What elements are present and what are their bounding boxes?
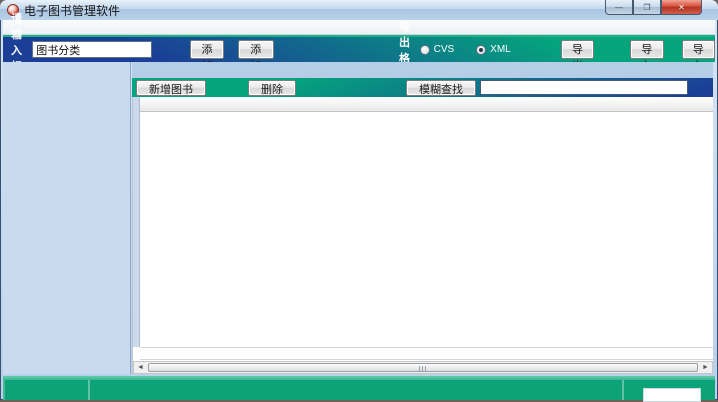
radio-group-xml: XML — [476, 44, 511, 55]
add-book-button[interactable]: 新增图书 — [136, 80, 206, 96]
table-row-header-strip — [133, 97, 140, 347]
cvs-radio-label: CVS — [434, 44, 455, 55]
horizontal-scrollbar[interactable]: ◄ ► — [133, 361, 713, 374]
app-window: 电子图书管理软件 — ❐ ✕ 请输入标题: 添加分类 添加子分类 导出格式: C… — [0, 0, 718, 400]
table-body — [140, 112, 713, 347]
book-table: ◄ ► — [132, 97, 713, 374]
footer-divider — [88, 380, 90, 400]
xml-radio-label: XML — [490, 44, 511, 55]
title-bar: 电子图书管理软件 — ❐ ✕ — [0, 0, 718, 20]
category-tree-panel — [3, 62, 131, 374]
tab-strip — [132, 62, 713, 78]
footer-divider — [622, 380, 624, 400]
status-footer — [3, 376, 715, 400]
scroll-right-arrow[interactable]: ► — [699, 362, 712, 373]
radio-group-cvs: CVS — [420, 44, 455, 55]
table-summary-row — [140, 347, 713, 360]
close-button[interactable]: ✕ — [661, 0, 702, 15]
action-bar: 新增图书 删除 模糊查找 — [132, 78, 713, 97]
scrollbar-grip-icon — [419, 366, 427, 371]
delete-button[interactable]: 删除 — [248, 80, 296, 96]
content-area: 新增图书 删除 模糊查找 ◄ ► — [132, 62, 713, 374]
export-button[interactable]: 导出 — [561, 40, 594, 59]
scroll-left-arrow[interactable]: ◄ — [134, 362, 147, 373]
fuzzy-search-button[interactable]: 模糊查找 — [406, 80, 476, 96]
import-data-button[interactable]: 导入数据 — [682, 40, 715, 59]
scrollbar-thumb[interactable] — [148, 363, 698, 372]
toolbar: 请输入标题: 添加分类 添加子分类 导出格式: CVS XML 导出 导入 导入… — [3, 35, 715, 62]
maximize-button[interactable]: ❐ — [633, 0, 661, 15]
import-button[interactable]: 导入 — [630, 40, 663, 59]
cvs-radio[interactable] — [420, 45, 430, 55]
category-title-input[interactable] — [32, 41, 152, 58]
xml-radio[interactable] — [476, 45, 486, 55]
add-subcategory-button[interactable]: 添加子分类 — [238, 40, 274, 59]
menu-bar — [3, 20, 715, 35]
table-header-row — [140, 97, 713, 112]
minimize-button[interactable]: — — [605, 0, 633, 15]
window-controls: — ❐ ✕ — [605, 0, 702, 15]
add-category-button[interactable]: 添加分类 — [190, 40, 223, 59]
search-input[interactable] — [480, 80, 688, 95]
window-title: 电子图书管理软件 — [24, 2, 120, 19]
